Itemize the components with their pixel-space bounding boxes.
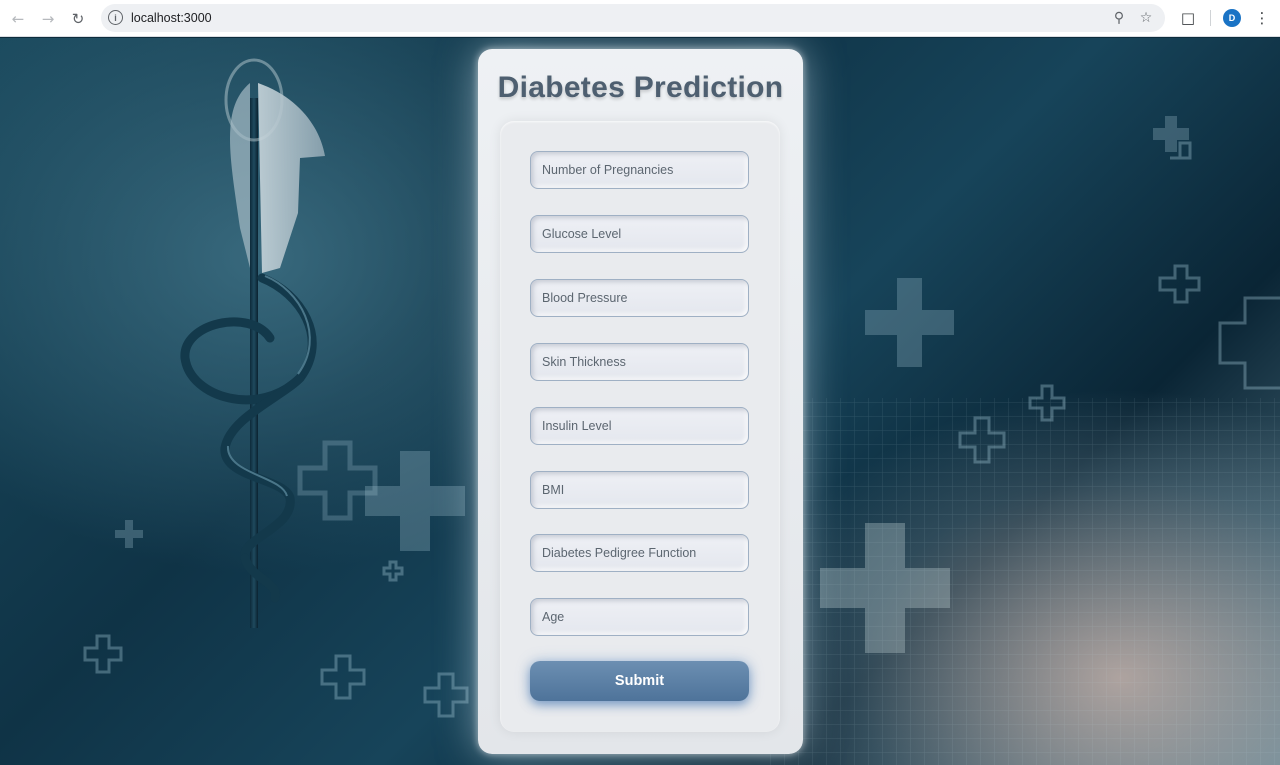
site-info-icon[interactable]: i xyxy=(108,10,123,25)
zoom-icon[interactable]: ⚲ xyxy=(1111,10,1127,26)
profile-avatar[interactable]: D xyxy=(1223,9,1241,27)
submit-button[interactable]: Submit xyxy=(530,661,749,701)
skin-thickness-input[interactable] xyxy=(530,343,749,381)
url-text[interactable]: localhost:3000 xyxy=(131,11,212,25)
bookmark-star-icon[interactable]: ☆ xyxy=(1138,10,1154,26)
caduceus-wing xyxy=(258,83,325,273)
address-bar[interactable]: i localhost:3000 ⚲ ☆ xyxy=(101,4,1165,32)
glucose-input[interactable] xyxy=(530,215,749,253)
reload-icon[interactable]: ↻ xyxy=(67,8,89,30)
bmi-input[interactable] xyxy=(530,471,749,509)
caduceus-wing-left xyxy=(230,83,250,268)
prediction-card: Diabetes Prediction Submit xyxy=(478,49,803,754)
prediction-form: Submit xyxy=(500,121,780,732)
pregnancies-input[interactable] xyxy=(530,151,749,189)
pedigree-function-input[interactable] xyxy=(530,534,749,572)
extensions-icon[interactable]: □ xyxy=(1178,8,1198,28)
back-arrow-icon[interactable]: ← xyxy=(7,8,29,30)
browser-toolbar: ← → ↻ i localhost:3000 ⚲ ☆ □ D ⋮ xyxy=(0,0,1280,37)
menu-kebab-icon[interactable]: ⋮ xyxy=(1254,8,1270,28)
blood-pressure-input[interactable] xyxy=(530,279,749,317)
age-input[interactable] xyxy=(530,598,749,636)
page-title: Diabetes Prediction xyxy=(497,71,784,104)
forward-arrow-icon[interactable]: → xyxy=(37,8,59,30)
page-viewport: Diabetes Prediction Submit xyxy=(0,38,1280,765)
insulin-input[interactable] xyxy=(530,407,749,445)
caduceus-snake xyxy=(180,273,317,603)
toolbar-divider xyxy=(1210,10,1211,26)
